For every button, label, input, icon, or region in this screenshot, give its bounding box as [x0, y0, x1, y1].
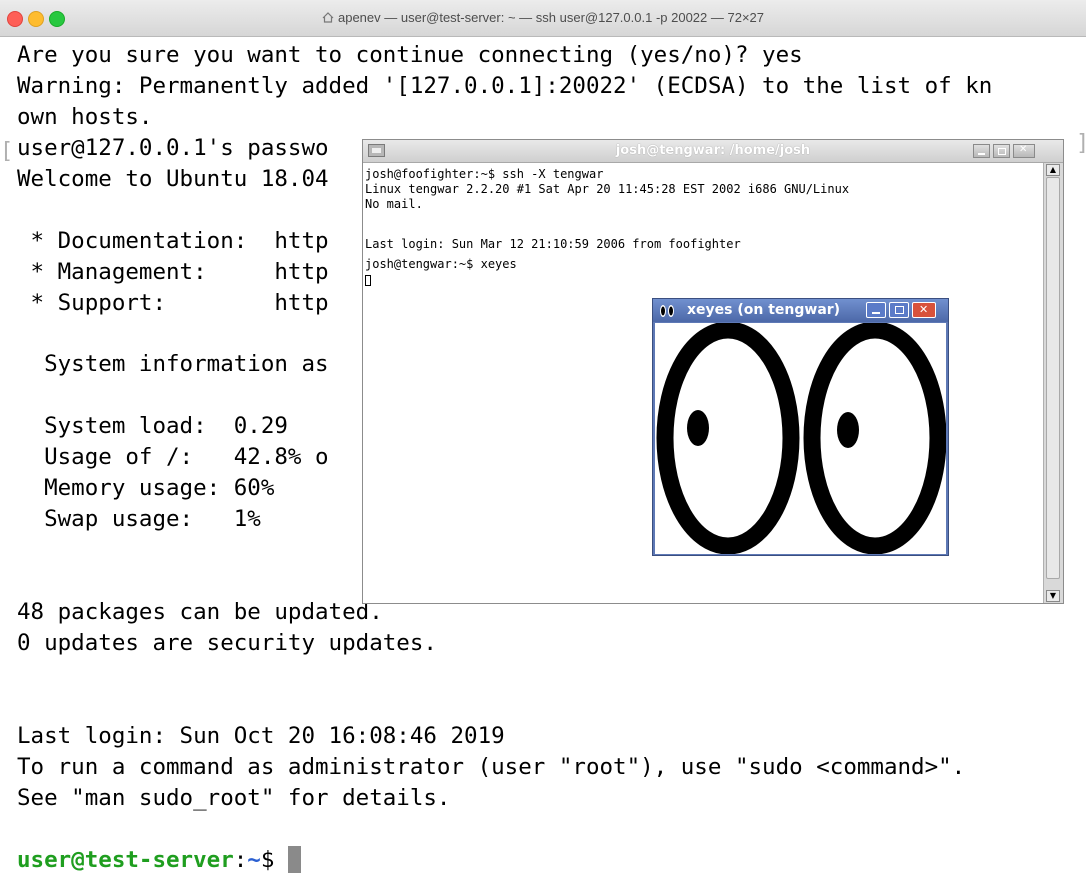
- right-eye: [803, 323, 946, 554]
- prompt-symbol: $: [260, 847, 288, 873]
- terminal-line: Are you sure you want to continue connec…: [17, 42, 803, 68]
- xterm-titlebar[interactable]: josh@tengwar: /home/josh: [363, 140, 1063, 163]
- terminal-line: user@127.0.0.1's passwo: [17, 135, 329, 161]
- xterm-line: Linux tengwar 2.2.20 #1 Sat Apr 20 11:45…: [365, 182, 850, 196]
- xeyes-maximize-button[interactable]: [889, 302, 909, 318]
- terminal-line: System information as: [17, 351, 329, 377]
- terminal-line: Usage of /: 42.8% o: [17, 444, 329, 470]
- terminal-line: Welcome to Ubuntu 18.04: [17, 166, 329, 192]
- terminal-line: Last login: Sun Oct 20 16:08:46 2019: [17, 723, 505, 749]
- window-title-container: apenev — user@test-server: ~ — ssh user@…: [0, 10, 1086, 25]
- terminal-line: Swap usage: 1%: [17, 506, 261, 532]
- xterm-title: josh@tengwar: /home/josh: [615, 143, 811, 158]
- terminal-line: own hosts.: [17, 104, 153, 130]
- xterm-line: Last login: Sun Mar 12 21:10:59 2006 fro…: [365, 237, 741, 251]
- prompt-separator: :: [233, 847, 248, 873]
- xeyes-minimize-button[interactable]: [866, 302, 886, 318]
- terminal-cursor: [287, 846, 301, 873]
- terminal-bracket-right: ]: [1076, 131, 1086, 156]
- terminal-line: Memory usage: 60%: [17, 475, 275, 501]
- xeyes-drawing: [656, 323, 946, 554]
- window-title: apenev — user@test-server: ~ — ssh user@…: [337, 10, 764, 25]
- xterm-close-button[interactable]: [1013, 144, 1035, 158]
- left-eye: [656, 323, 800, 554]
- prompt-path: ~: [247, 847, 261, 873]
- terminal-line: 0 updates are security updates.: [17, 630, 437, 656]
- terminal-line: * Support: http: [17, 290, 329, 316]
- terminal-line: 48 packages can be updated.: [17, 599, 383, 625]
- xterm-minimize-button[interactable]: [973, 144, 990, 158]
- xterm-line: josh@foofighter:~$ ssh -X tengwar: [365, 167, 604, 181]
- terminal-prompt[interactable]: user@test-server:~$: [17, 845, 301, 876]
- terminal-line: System load: 0.29: [17, 413, 288, 439]
- xterm-line: josh@tengwar:~$ xeyes: [365, 257, 517, 271]
- xterm-maximize-button[interactable]: [993, 144, 1010, 158]
- right-pupil: [837, 412, 859, 448]
- terminal-line: * Management: http: [17, 259, 329, 285]
- scroll-up-arrow-icon[interactable]: ▲: [1046, 164, 1060, 176]
- left-pupil: [687, 410, 709, 446]
- xeyes-window[interactable]: xeyes (on tengwar): [652, 298, 949, 556]
- xeyes-titlebar[interactable]: xeyes (on tengwar): [653, 299, 948, 322]
- xterm-scrollbar[interactable]: ▲ ▼: [1043, 163, 1063, 603]
- terminal-line: See "man sudo_root" for details.: [17, 785, 451, 811]
- xeyes-close-button[interactable]: [912, 302, 936, 318]
- xterm-line: No mail.: [365, 197, 423, 211]
- terminal-line: Warning: Permanently added '[127.0.0.1]:…: [17, 73, 993, 99]
- xterm-cursor-line: [365, 274, 371, 288]
- home-icon: [322, 12, 334, 23]
- scroll-down-arrow-icon[interactable]: ▼: [1046, 590, 1060, 602]
- terminal-line: To run a command as administrator (user …: [17, 754, 966, 780]
- prompt-user: user@test-server: [17, 847, 234, 873]
- xterm-scroll-thumb[interactable]: [1046, 177, 1060, 579]
- terminal-bracket-left: [: [0, 139, 14, 164]
- xeyes-canvas[interactable]: [655, 323, 946, 554]
- terminal-titlebar[interactable]: apenev — user@test-server: ~ — ssh user@…: [0, 0, 1086, 37]
- eyes-app-icon: [660, 305, 674, 317]
- xeyes-title: xeyes (on tengwar): [687, 302, 841, 318]
- xterm-cursor: [365, 275, 371, 286]
- terminal-line: * Documentation: http: [17, 228, 329, 254]
